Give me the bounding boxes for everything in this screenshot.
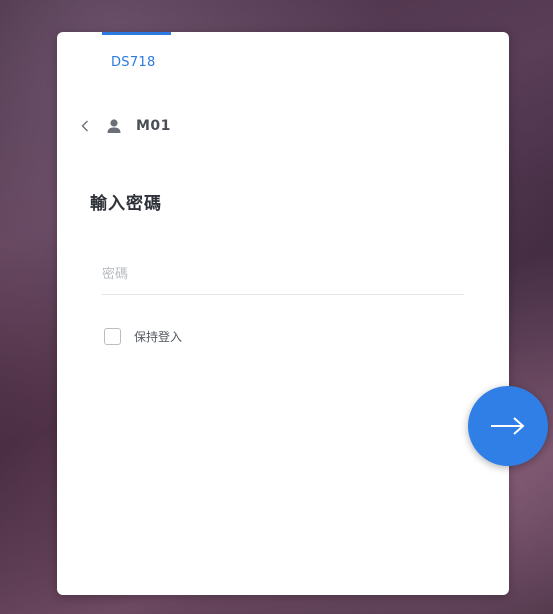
remember-me-option[interactable]: 保持登入 xyxy=(104,328,182,345)
password-input[interactable] xyxy=(102,254,464,295)
user-icon xyxy=(107,119,121,133)
user-name: M01 xyxy=(136,118,171,134)
remember-me-checkbox[interactable] xyxy=(104,328,121,345)
arrow-right-icon xyxy=(491,417,525,435)
server-name: DS718 xyxy=(111,55,156,70)
server-tab-indicator xyxy=(102,32,171,35)
next-button[interactable] xyxy=(468,386,548,466)
user-row: M01 xyxy=(77,116,171,136)
remember-me-label: 保持登入 xyxy=(134,330,183,344)
login-card: DS718 M01 輸入密碼 保持登入 xyxy=(57,32,509,595)
chevron-left-icon xyxy=(81,120,88,132)
back-button[interactable] xyxy=(77,116,93,136)
page-title: 輸入密碼 xyxy=(90,194,162,214)
